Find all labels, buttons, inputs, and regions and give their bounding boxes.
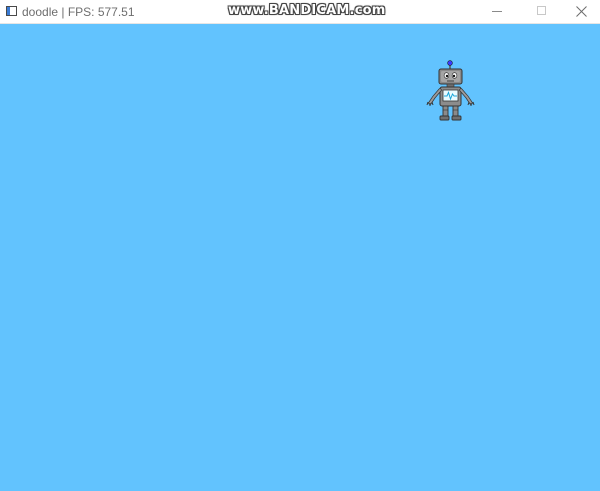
close-icon: [576, 6, 587, 17]
minimize-icon: [492, 11, 502, 12]
game-canvas[interactable]: [0, 24, 600, 491]
title-bar[interactable]: doodle | FPS: 577.51 www.BANDICAM.com: [0, 0, 600, 24]
maximize-button[interactable]: [520, 0, 564, 24]
maximize-icon: [537, 6, 546, 15]
robot-icon: [426, 60, 475, 121]
close-button[interactable]: [560, 0, 600, 24]
minimize-button[interactable]: [476, 0, 520, 24]
app-window-icon: [6, 6, 17, 16]
app-window: doodle | FPS: 577.51 www.BANDICAM.com: [0, 0, 600, 491]
window-title: doodle | FPS: 577.51: [22, 5, 135, 19]
bandicam-watermark: www.BANDICAM.com: [228, 3, 386, 18]
